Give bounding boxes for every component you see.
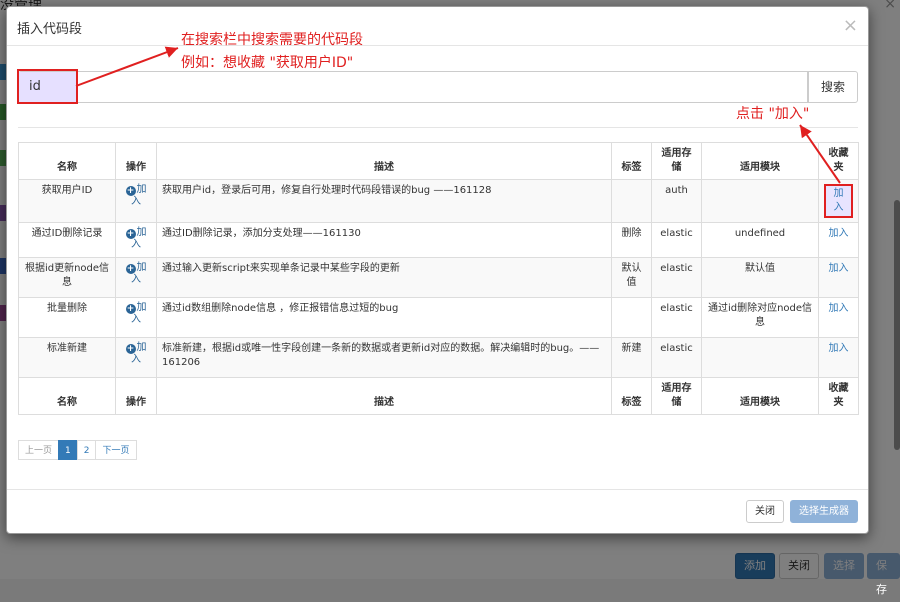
- add-snippet-link[interactable]: + 加入: [121, 227, 151, 251]
- header-description: 描述: [156, 142, 612, 180]
- select-generator-button[interactable]: 选择生成器: [790, 500, 858, 523]
- pagination-next[interactable]: 下一页: [95, 440, 137, 460]
- header-action: 操作: [115, 142, 157, 180]
- cell-name: 批量删除: [18, 297, 116, 338]
- add-snippet-link[interactable]: + 加入: [121, 342, 151, 366]
- modal-close-icon[interactable]: ×: [843, 15, 858, 36]
- cell-tag: [611, 297, 652, 338]
- cell-action: + 加入: [115, 257, 157, 298]
- modal-close-button[interactable]: 关闭: [746, 500, 784, 523]
- header-storage: 适用存储: [651, 142, 702, 180]
- header-favorites: 收藏夹: [818, 142, 859, 180]
- plus-circle-icon: +: [125, 186, 136, 196]
- cell-description: 通过ID删除记录，添加分支处理——161130: [156, 222, 612, 258]
- cell-description: 标准新建，根据id或唯一性字段创建一条新的数据或者更新id对应的数据。解决编辑时…: [156, 337, 612, 378]
- add-snippet-link[interactable]: + 加入: [121, 262, 151, 286]
- cell-module: 通过id删除对应node信息: [701, 297, 819, 338]
- modal-footer-divider: [7, 489, 868, 490]
- cell-tag: 新建: [611, 337, 652, 378]
- add-snippet-link[interactable]: + 加入: [121, 184, 151, 208]
- footer-name: 名称: [18, 377, 116, 415]
- modal-title: 插入代码段: [17, 22, 83, 37]
- add-to-favorites-link[interactable]: 加入: [818, 337, 859, 378]
- footer-tag: 标签: [611, 377, 652, 415]
- cell-storage: elastic: [651, 257, 702, 298]
- divider: [18, 127, 858, 128]
- table-row: 获取用户ID + 加入 获取用户id，登录后可用，修复自行处理时代码段错误的bug…: [18, 179, 859, 223]
- search-input[interactable]: [18, 71, 808, 103]
- cell-favorite: 加入: [818, 179, 859, 223]
- cell-storage: elastic: [651, 297, 702, 338]
- footer-description: 描述: [156, 377, 612, 415]
- cell-module: undefined: [701, 222, 819, 258]
- footer-module: 适用模块: [701, 377, 819, 415]
- cell-name: 获取用户ID: [18, 179, 116, 223]
- cell-description: 通过输入更新script来实现单条记录中某些字段的更新: [156, 257, 612, 298]
- add-to-favorites-link[interactable]: 加入: [818, 222, 859, 258]
- add-to-favorites-link[interactable]: 加入: [818, 257, 859, 298]
- footer-action: 操作: [115, 377, 157, 415]
- cell-name: 根据id更新node信息: [18, 257, 116, 298]
- plus-circle-icon: +: [125, 304, 136, 314]
- header-module: 适用模块: [701, 142, 819, 180]
- plus-circle-icon: +: [125, 344, 136, 354]
- cell-description: 获取用户id，登录后可用，修复自行处理时代码段错误的bug ——161128: [156, 179, 612, 223]
- cell-action: + 加入: [115, 337, 157, 378]
- snippet-table: 名称 操作 描述 标签 适用存储 适用模块 收藏夹 获取用户ID + 加入 获取用…: [18, 142, 859, 415]
- modal-header: 插入代码段 ×: [7, 7, 868, 46]
- search-button[interactable]: 搜索: [808, 71, 858, 103]
- cell-module: 默认值: [701, 257, 819, 298]
- header-name: 名称: [18, 142, 116, 180]
- insert-snippet-modal: 插入代码段 × id 搜索 名称 操作 描述 标签 适用存储 适用模块 收藏夹 …: [6, 6, 869, 534]
- table-row: 标准新建 + 加入 标准新建，根据id或唯一性字段创建一条新的数据或者更新id对应…: [18, 337, 859, 378]
- cell-action: + 加入: [115, 179, 157, 223]
- pagination: 上一页 1 2 下一页: [18, 440, 137, 460]
- cell-description: 通过id数组删除node信息 ，修正报错信息过短的bug: [156, 297, 612, 338]
- pagination-page-2[interactable]: 2: [76, 440, 97, 460]
- pagination-page-1[interactable]: 1: [58, 440, 78, 460]
- cell-tag: 删除: [611, 222, 652, 258]
- footer-storage: 适用存储: [651, 377, 702, 415]
- cell-module: [701, 179, 819, 223]
- cell-action: + 加入: [115, 297, 157, 338]
- cell-module: [701, 337, 819, 378]
- cell-storage: elastic: [651, 222, 702, 258]
- cell-storage: elastic: [651, 337, 702, 378]
- cell-tag: 默认值: [611, 257, 652, 298]
- table-row: 通过ID删除记录 + 加入 通过ID删除记录，添加分支处理——161130 删除 …: [18, 222, 859, 258]
- cell-name: 通过ID删除记录: [18, 222, 116, 258]
- plus-circle-icon: +: [125, 264, 136, 274]
- table-header-row: 名称 操作 描述 标签 适用存储 适用模块 收藏夹: [18, 142, 859, 180]
- search-highlight-box: [17, 69, 78, 104]
- annotation-click-hint: 点击 "加入": [736, 106, 810, 122]
- table-row: 批量删除 + 加入 通过id数组删除node信息 ，修正报错信息过短的bug el…: [18, 297, 859, 338]
- table-row: 根据id更新node信息 + 加入 通过输入更新script来实现单条记录中某些字…: [18, 257, 859, 298]
- add-to-favorites-link[interactable]: 加入: [818, 297, 859, 338]
- cell-name: 标准新建: [18, 337, 116, 378]
- cell-action: + 加入: [115, 222, 157, 258]
- add-snippet-link[interactable]: + 加入: [121, 302, 151, 326]
- pagination-prev[interactable]: 上一页: [18, 440, 60, 460]
- table-footer-row: 名称 操作 描述 标签 适用存储 适用模块 收藏夹: [18, 377, 859, 415]
- footer-favorites: 收藏夹: [818, 377, 859, 415]
- plus-circle-icon: +: [125, 229, 136, 239]
- annotation-line-1: 在搜索栏中搜索需要的代码段: [181, 32, 363, 48]
- add-to-favorites-link[interactable]: 加入: [824, 184, 853, 218]
- header-tag: 标签: [611, 142, 652, 180]
- annotation-line-2: 例如：想收藏 "获取用户ID": [181, 55, 354, 71]
- cell-storage: auth: [651, 179, 702, 223]
- cell-tag: [611, 179, 652, 223]
